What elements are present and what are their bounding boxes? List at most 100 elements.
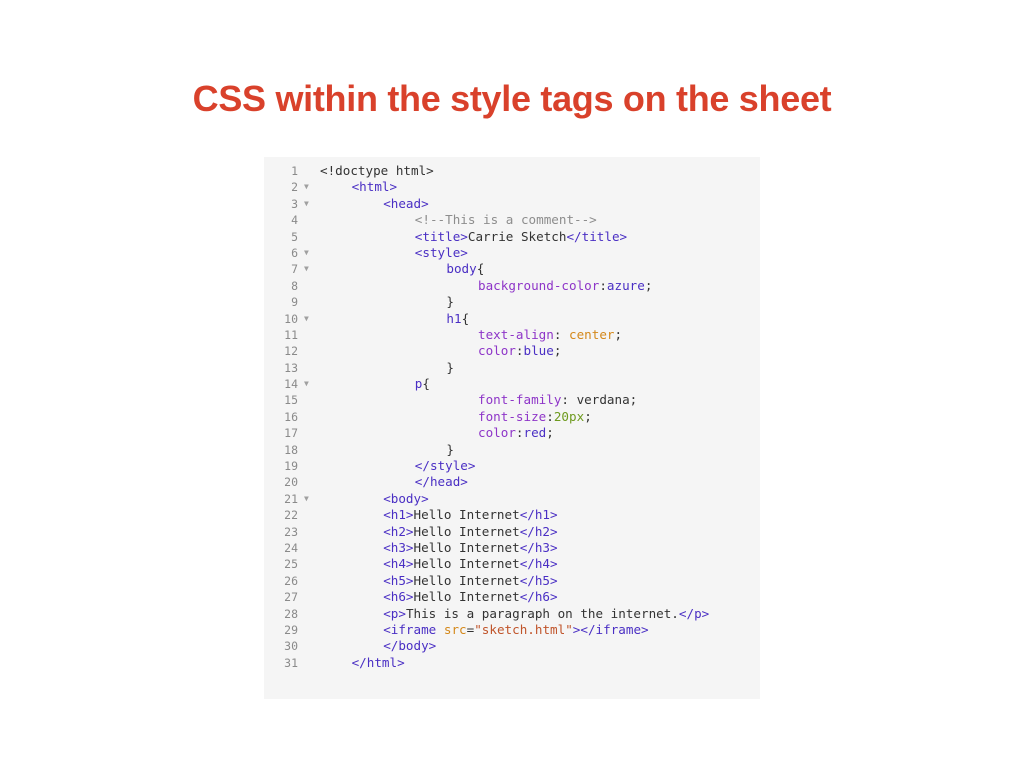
code-token: : bbox=[599, 277, 607, 293]
code-token: <head> bbox=[383, 195, 429, 211]
code-token: This is a paragraph on the internet. bbox=[405, 605, 679, 621]
line-number: 23 bbox=[284, 524, 298, 539]
line-number: 3 bbox=[291, 196, 298, 211]
line-number: 9 bbox=[291, 295, 298, 310]
code-token: </p> bbox=[678, 605, 710, 621]
code-text: <p>This is a paragraph on the internet.<… bbox=[383, 606, 709, 622]
code-token: text-align bbox=[478, 326, 554, 342]
line-number: 6 bbox=[291, 245, 298, 260]
code-line: 5 <title>Carrie Sketch</title> bbox=[264, 229, 760, 245]
code-line: 18} bbox=[264, 442, 760, 458]
code-text: background-color:azure; bbox=[478, 278, 652, 294]
line-number: 21 bbox=[284, 491, 298, 506]
code-line: 29 <iframe src="sketch.html"></iframe> bbox=[264, 622, 760, 638]
code-token: blue bbox=[523, 343, 554, 359]
line-number: 25 bbox=[284, 557, 298, 572]
code-line: 23 <h2>Hello Internet</h2> bbox=[264, 524, 760, 540]
line-number: 7 bbox=[291, 262, 298, 277]
line-number: 15 bbox=[284, 393, 298, 408]
code-token: center bbox=[569, 326, 615, 342]
line-number: 29 bbox=[284, 622, 298, 637]
code-token: <h2> bbox=[383, 523, 414, 539]
code-text: h1{ bbox=[446, 311, 469, 327]
code-token: </h2> bbox=[519, 523, 558, 539]
line-number: 18 bbox=[284, 442, 298, 457]
code-text: <body> bbox=[383, 491, 429, 507]
fold-triangle-icon[interactable]: ▼ bbox=[304, 245, 309, 261]
code-token: azure bbox=[606, 277, 645, 293]
code-token: </h4> bbox=[519, 556, 558, 572]
code-text: <h1>Hello Internet</h1> bbox=[383, 507, 557, 523]
code-line: 13} bbox=[264, 360, 760, 376]
line-number: 31 bbox=[284, 655, 298, 670]
code-text: font-size:20px; bbox=[478, 409, 592, 425]
code-text: color:blue; bbox=[478, 343, 561, 359]
code-text: <h5>Hello Internet</h5> bbox=[383, 573, 557, 589]
code-line: 31 </html> bbox=[264, 655, 760, 671]
code-text: </html> bbox=[352, 655, 405, 671]
code-line: 19 </style> bbox=[264, 458, 760, 474]
line-number: 5 bbox=[291, 229, 298, 244]
code-line: 30 </body> bbox=[264, 638, 760, 654]
code-text: <head> bbox=[383, 196, 429, 212]
code-token: : bbox=[546, 408, 554, 424]
code-token: Hello Internet bbox=[413, 539, 520, 555]
code-line: 14 ▼ p{ bbox=[264, 376, 760, 392]
code-token: </style> bbox=[414, 458, 476, 474]
code-token: 20px bbox=[553, 408, 585, 424]
code-token: </h5> bbox=[519, 572, 558, 588]
code-line: 21 ▼ <body> bbox=[264, 491, 760, 507]
code-token: <p> bbox=[383, 605, 406, 621]
code-token: { bbox=[476, 261, 485, 277]
code-token: Carrie Sketch bbox=[467, 228, 567, 244]
fold-triangle-icon[interactable]: ▼ bbox=[304, 261, 309, 277]
line-number: 27 bbox=[284, 590, 298, 605]
code-token: <body> bbox=[383, 490, 429, 506]
code-token: ; bbox=[614, 326, 623, 342]
code-token: <style> bbox=[414, 244, 468, 260]
code-text: </body> bbox=[383, 638, 436, 654]
line-number: 14 bbox=[284, 377, 298, 392]
code-line: 10 ▼ h1{ bbox=[264, 311, 760, 327]
code-line: 27 <h6>Hello Internet</h6> bbox=[264, 589, 760, 605]
line-number: 4 bbox=[291, 213, 298, 228]
code-token: background-color bbox=[478, 277, 600, 293]
code-token: </h3> bbox=[519, 539, 558, 555]
code-token: } bbox=[446, 294, 454, 310]
code-text: p{ bbox=[415, 376, 430, 392]
fold-triangle-icon[interactable]: ▼ bbox=[304, 196, 309, 212]
code-token: Hello Internet bbox=[413, 507, 520, 523]
line-number: 28 bbox=[284, 606, 298, 621]
code-line: 11 text-align: center; bbox=[264, 327, 760, 343]
code-line: 28 <p>This is a paragraph on the internet… bbox=[264, 606, 760, 622]
code-token: : bbox=[515, 343, 524, 359]
code-token: ; bbox=[553, 343, 562, 359]
code-token: Hello Internet bbox=[413, 572, 520, 588]
code-token: <h6> bbox=[383, 589, 414, 605]
code-token: Hello Internet bbox=[413, 589, 520, 605]
code-token: </html> bbox=[351, 654, 405, 670]
code-token: </h6> bbox=[519, 589, 558, 605]
fold-triangle-icon[interactable]: ▼ bbox=[304, 179, 309, 195]
line-number: 11 bbox=[284, 327, 298, 342]
code-token: <html> bbox=[351, 179, 398, 195]
code-token: Hello Internet bbox=[413, 556, 520, 572]
line-number: 19 bbox=[284, 459, 298, 474]
fold-triangle-icon[interactable]: ▼ bbox=[304, 376, 309, 392]
code-token: font-family bbox=[478, 392, 562, 408]
code-token: "sketch.html" bbox=[474, 621, 573, 637]
code-text: <!--This is a comment--> bbox=[415, 212, 597, 228]
fold-triangle-icon[interactable]: ▼ bbox=[304, 491, 309, 507]
code-token: : bbox=[553, 326, 569, 342]
code-line: 16 font-size:20px; bbox=[264, 409, 760, 425]
code-text: </style> bbox=[415, 458, 476, 474]
line-number: 30 bbox=[284, 639, 298, 654]
code-token: <h1> bbox=[383, 507, 414, 523]
fold-triangle-icon[interactable]: ▼ bbox=[304, 311, 309, 327]
code-text: </head> bbox=[415, 474, 468, 490]
line-number: 24 bbox=[284, 540, 298, 555]
code-token: <h3> bbox=[383, 539, 414, 555]
code-text: body{ bbox=[446, 261, 484, 277]
code-line: 9} bbox=[264, 294, 760, 310]
code-text: color:red; bbox=[478, 425, 554, 441]
